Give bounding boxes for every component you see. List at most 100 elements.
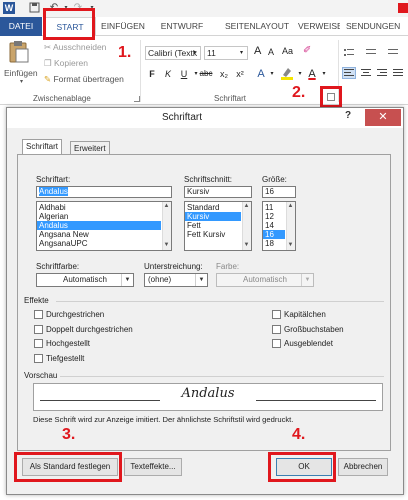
- save-icon[interactable]: [28, 2, 40, 14]
- list-item[interactable]: AngsanaUPC: [37, 239, 161, 248]
- word-logo-icon: W: [3, 2, 15, 14]
- list-item[interactable]: Fett: [185, 221, 241, 230]
- font-color-dropdown-icon[interactable]: ▾: [318, 68, 330, 80]
- superscript-button[interactable]: x²: [234, 68, 246, 80]
- font-size-items: 11 12 14 16 18: [263, 203, 285, 248]
- font-color-button[interactable]: A: [306, 68, 318, 80]
- scroll-down-icon[interactable]: ▼: [286, 241, 295, 250]
- scroll-up-icon[interactable]: ▲: [286, 202, 295, 211]
- tab-verweise[interactable]: VERWEISE: [298, 17, 340, 36]
- annotation-box-ok: [268, 452, 336, 482]
- font-name-input[interactable]: Andalus: [36, 186, 172, 198]
- annotation-number-4: 4.: [292, 426, 306, 443]
- annotation-number-1: 1.: [118, 44, 132, 61]
- cancel-button[interactable]: Abbrechen: [338, 458, 388, 476]
- clipboard-group-label: Zwischenablage: [33, 94, 91, 103]
- tab-seitenlayout[interactable]: SEITENLAYOUT: [222, 17, 292, 36]
- list-item[interactable]: Aldhabi: [37, 203, 161, 212]
- underline-label: Unterstreichung:: [144, 262, 203, 271]
- text-effects-dialog-button[interactable]: Texteffekte...: [124, 458, 182, 476]
- dialog-close-button[interactable]: ✕: [365, 109, 401, 126]
- list-item[interactable]: Fett Kursiv: [185, 230, 241, 239]
- format-painter-button[interactable]: ✎ Format übertragen: [44, 74, 124, 85]
- double-strikethrough-label: Doppelt durchgestrichen: [46, 325, 133, 334]
- tab-sendungen[interactable]: SENDUNGEN: [346, 17, 408, 36]
- copy-button[interactable]: ❐ Kopieren: [44, 58, 88, 69]
- scroll-up-icon[interactable]: ▲: [162, 202, 171, 211]
- strikethrough-button[interactable]: abc: [198, 68, 214, 80]
- font-style-input[interactable]: Kursiv: [184, 186, 252, 198]
- hidden-label: Ausgeblendet: [284, 339, 333, 348]
- chevron-down-icon[interactable]: ▼: [195, 274, 207, 286]
- effects-divider: [56, 301, 384, 302]
- list-item[interactable]: Standard: [185, 203, 241, 212]
- font-name-items: Aldhabi Algerian Andalus Angsana New Ang…: [37, 203, 161, 248]
- align-center-button[interactable]: [360, 68, 372, 78]
- all-caps-checkbox[interactable]: [272, 325, 281, 334]
- highlight-dropdown-icon[interactable]: ▾: [294, 68, 306, 80]
- font-color-label: Schriftfarbe:: [36, 262, 80, 271]
- chevron-down-icon: ▼: [301, 274, 313, 286]
- font-size-dropdown-icon[interactable]: ▾: [240, 49, 243, 56]
- cut-button[interactable]: ✂ Ausschneiden: [44, 42, 106, 53]
- list-item[interactable]: 11: [263, 203, 285, 212]
- window-close-icon[interactable]: [398, 3, 408, 13]
- list-item[interactable]: 12: [263, 212, 285, 221]
- list-item[interactable]: Andalus: [37, 221, 161, 230]
- subscript-button[interactable]: x₂: [218, 68, 230, 80]
- chevron-down-icon[interactable]: ▼: [121, 274, 133, 286]
- annotation-box-set-default: [14, 452, 122, 482]
- list-item[interactable]: Algerian: [37, 212, 161, 221]
- superscript-checkbox[interactable]: [34, 339, 43, 348]
- copy-icon: ❐: [44, 58, 54, 68]
- superscript-label: Hochgestellt: [46, 339, 91, 348]
- annotation-box-dialog-launcher: [320, 86, 342, 108]
- tab-erweitert[interactable]: Erweitert: [70, 141, 110, 155]
- annotation-number-3: 3.: [62, 426, 76, 443]
- list-item[interactable]: 16: [263, 230, 285, 239]
- scroll-down-icon[interactable]: ▼: [242, 241, 251, 250]
- scissors-icon: ✂: [44, 42, 54, 52]
- text-effects-dropdown-icon[interactable]: ▾: [266, 68, 278, 80]
- tab-einfuegen[interactable]: EINFÜGEN: [100, 17, 146, 36]
- annotation-number-2: 2.: [292, 84, 306, 101]
- scroll-down-icon[interactable]: ▼: [162, 241, 171, 250]
- double-strikethrough-checkbox[interactable]: [34, 325, 43, 334]
- change-case-button[interactable]: Aa: [282, 46, 293, 56]
- font-color-combo[interactable]: Automatisch: [36, 273, 134, 287]
- font-name-dropdown-icon[interactable]: ▾: [193, 49, 196, 56]
- list-item[interactable]: 14: [263, 221, 285, 230]
- list-buttons-row: [344, 48, 404, 58]
- effects-label: Effekte: [24, 296, 49, 305]
- tab-datei[interactable]: DATEI: [0, 17, 42, 36]
- clear-formatting-icon[interactable]: ✐: [303, 45, 311, 56]
- paste-icon[interactable]: [8, 40, 30, 64]
- subscript-checkbox[interactable]: [34, 354, 43, 363]
- small-caps-checkbox[interactable]: [272, 310, 281, 319]
- list-item[interactable]: 18: [263, 239, 285, 248]
- strikethrough-label: Durchgestrichen: [46, 310, 105, 319]
- align-right-button[interactable]: [376, 68, 388, 78]
- font-size-input[interactable]: 16: [262, 186, 296, 198]
- list-item[interactable]: Angsana New: [37, 230, 161, 239]
- hidden-checkbox[interactable]: [272, 339, 281, 348]
- scroll-up-icon[interactable]: ▲: [242, 202, 251, 211]
- highlight-icon[interactable]: [280, 66, 294, 80]
- underline-button[interactable]: U: [178, 68, 190, 80]
- preview-label: Vorschau: [24, 371, 58, 380]
- italic-button[interactable]: K: [162, 68, 174, 80]
- subscript-label: Tiefgestellt: [46, 354, 85, 363]
- justify-button[interactable]: [392, 68, 404, 78]
- shrink-font-button[interactable]: A: [268, 47, 274, 57]
- help-icon[interactable]: ?: [345, 110, 351, 121]
- paste-dropdown-icon[interactable]: ▾: [20, 78, 23, 85]
- font-size-label: Größe:: [262, 175, 287, 184]
- grow-font-button[interactable]: A: [254, 45, 261, 57]
- strikethrough-checkbox[interactable]: [34, 310, 43, 319]
- bold-button[interactable]: F: [146, 68, 158, 80]
- paste-button[interactable]: Einfügen: [4, 68, 38, 78]
- tab-entwurf[interactable]: ENTWURF: [158, 17, 206, 36]
- align-left-button[interactable]: [342, 67, 356, 79]
- list-item[interactable]: Kursiv: [185, 212, 241, 221]
- tab-schriftart[interactable]: Schriftart: [22, 139, 63, 155]
